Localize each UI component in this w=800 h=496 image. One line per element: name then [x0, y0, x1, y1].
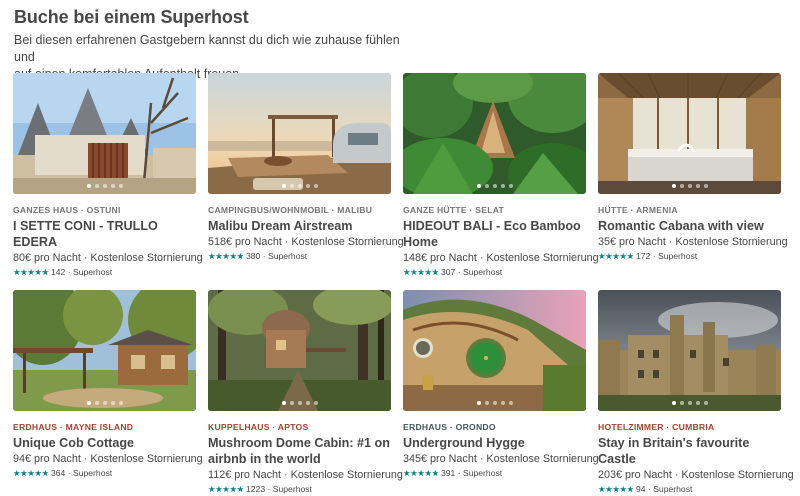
airstream-photo[interactable] — [208, 73, 391, 194]
superhost-badge: Superhost — [72, 468, 113, 478]
review-count: 142 — [51, 267, 66, 277]
listing-name[interactable]: Stay in Britain's favourite Castle — [598, 435, 781, 467]
listing-card-hobbit-house[interactable]: ERDHAUS · ORONDO Underground Hygge 345€ … — [403, 290, 599, 495]
rating-stars-icon: ★★★★★ — [403, 267, 439, 277]
superhost-badge: Superhost — [272, 484, 312, 494]
listing-type: GANZE HÜTTE · SELAT — [403, 205, 505, 215]
listing-type: CAMPINGBUS/WOHNMOBIL · MALIBU — [208, 205, 373, 215]
listing-rating: ★★★★★ 364 · Superhost — [13, 468, 113, 478]
review-count: 94 — [636, 484, 646, 494]
listing-rating: ★★★★★ 1223 · Superhost — [208, 484, 312, 494]
rating-stars-icon: ★★★★★ — [13, 267, 49, 277]
bamboo-hut-photo[interactable] — [403, 73, 586, 194]
listing-price: 203€ pro Nacht · Kostenlose Stornierung — [598, 469, 794, 481]
listing-name[interactable]: Mushroom Dome Cabin: #1 on airbnb in the… — [208, 435, 391, 467]
listing-rating: ★★★★★ 307 · Superhost — [403, 267, 503, 277]
photo-carousel-dots[interactable] — [598, 184, 781, 188]
listing-card-bamboo-hut[interactable]: GANZE HÜTTE · SELAT HIDEOUT BALI - Eco B… — [403, 73, 599, 278]
listing-card-trullo[interactable]: GANZES HAUS · OSTUNI I SETTE CONI - TRUL… — [13, 73, 203, 278]
listing-type: GANZES HAUS · OSTUNI — [13, 205, 121, 215]
section-title: Buche bei einem Superhost — [14, 7, 249, 27]
photo-carousel-dots[interactable] — [13, 401, 196, 405]
mushroom-dome-photo[interactable] — [208, 290, 391, 411]
listing-price: 518€ pro Nacht · Kostenlose Stornierung — [208, 236, 404, 248]
section-header: Buche bei einem Superhost Bei diesen erf… — [14, 6, 414, 83]
superhost-badge: Superhost — [267, 251, 308, 261]
review-count: 1223 — [246, 484, 266, 494]
listing-name[interactable]: HIDEOUT BALI - Eco Bamboo Home — [403, 218, 586, 250]
subtitle-line-1: Bei diesen erfahrenen Gastgebern kannst … — [14, 33, 400, 64]
review-count: 307 — [441, 267, 456, 277]
photo-carousel-dots[interactable] — [403, 184, 586, 188]
listing-price: 345€ pro Nacht · Kostenlose Stornierung — [403, 453, 599, 465]
listing-name[interactable]: Unique Cob Cottage — [13, 435, 196, 451]
rating-stars-icon: ★★★★★ — [13, 468, 49, 478]
photo-carousel-dots[interactable] — [598, 401, 781, 405]
listing-name[interactable]: Underground Hygge — [403, 435, 586, 451]
review-count: 380 — [246, 251, 261, 261]
listing-rating: ★★★★★ 380 · Superhost — [208, 251, 308, 261]
listing-price: 94€ pro Nacht · Kostenlose Stornierung — [13, 453, 203, 465]
castle-photo[interactable] — [598, 290, 781, 411]
listing-rating: ★★★★★ 94 · Superhost — [598, 484, 693, 494]
superhost-badge: Superhost — [657, 251, 698, 261]
listing-type: HÜTTE · ARMENIA — [598, 205, 678, 215]
rating-stars-icon: ★★★★★ — [403, 468, 439, 478]
cob-cottage-photo[interactable] — [13, 290, 196, 411]
listing-price: 148€ pro Nacht · Kostenlose Stornierung — [403, 252, 599, 264]
listing-card-mushroom-dome[interactable]: KUPPELHAUS · APTOS Mushroom Dome Cabin: … — [208, 290, 403, 495]
listing-price: 35€ pro Nacht · Kostenlose Stornierung — [598, 236, 788, 248]
listing-rating: ★★★★★ 172 · Superhost — [598, 251, 698, 261]
listing-type: ERDHAUS · ORONDO — [403, 422, 496, 432]
superhost-badge: Superhost — [462, 468, 503, 478]
photo-carousel-dots[interactable] — [13, 184, 196, 188]
superhost-badge: Superhost — [653, 484, 693, 494]
superhost-badge: Superhost — [462, 267, 503, 277]
listing-grid-row-2: ERDHAUS · MAYNE ISLAND Unique Cob Cottag… — [13, 290, 794, 495]
listing-name[interactable]: I SETTE CONI - TRULLO EDERA — [13, 218, 196, 250]
listing-card-castle[interactable]: HOTELZIMMER · CUMBRIA Stay in Britain's … — [598, 290, 794, 495]
listing-type: ERDHAUS · MAYNE ISLAND — [13, 422, 134, 432]
listing-rating: ★★★★★ 391 · Superhost — [403, 468, 503, 478]
cabana-bedroom-photo[interactable] — [598, 73, 781, 194]
photo-carousel-dots[interactable] — [403, 401, 586, 405]
photo-carousel-dots[interactable] — [208, 184, 391, 188]
listing-card-cob-cottage[interactable]: ERDHAUS · MAYNE ISLAND Unique Cob Cottag… — [13, 290, 203, 495]
hobbit-house-photo[interactable] — [403, 290, 586, 411]
photo-carousel-dots[interactable] — [208, 401, 391, 405]
listing-rating: ★★★★★ 142 · Superhost — [13, 267, 113, 277]
listing-price: 80€ pro Nacht · Kostenlose Stornierung — [13, 252, 203, 264]
listing-type: KUPPELHAUS · APTOS — [208, 422, 309, 432]
review-count: 364 — [51, 468, 66, 478]
trullo-house-photo[interactable] — [13, 73, 196, 194]
rating-stars-icon: ★★★★★ — [598, 251, 634, 261]
rating-stars-icon: ★★★★★ — [208, 484, 244, 494]
listing-grid-row-1: GANZES HAUS · OSTUNI I SETTE CONI - TRUL… — [13, 73, 788, 278]
listing-name[interactable]: Malibu Dream Airstream — [208, 218, 391, 234]
listing-card-airstream[interactable]: CAMPINGBUS/WOHNMOBIL · MALIBU Malibu Dre… — [208, 73, 404, 278]
rating-stars-icon: ★★★★★ — [208, 251, 244, 261]
listing-type: HOTELZIMMER · CUMBRIA — [598, 422, 715, 432]
review-count: 391 — [441, 468, 456, 478]
superhost-badge: Superhost — [72, 267, 113, 277]
listing-name[interactable]: Romantic Cabana with view — [598, 218, 781, 234]
rating-stars-icon: ★★★★★ — [598, 484, 634, 494]
review-count: 172 — [636, 251, 651, 261]
listing-card-cabana[interactable]: HÜTTE · ARMENIA Romantic Cabana with vie… — [598, 73, 788, 278]
listing-price: 112€ pro Nacht · Kostenlose Stornierung — [208, 469, 403, 481]
